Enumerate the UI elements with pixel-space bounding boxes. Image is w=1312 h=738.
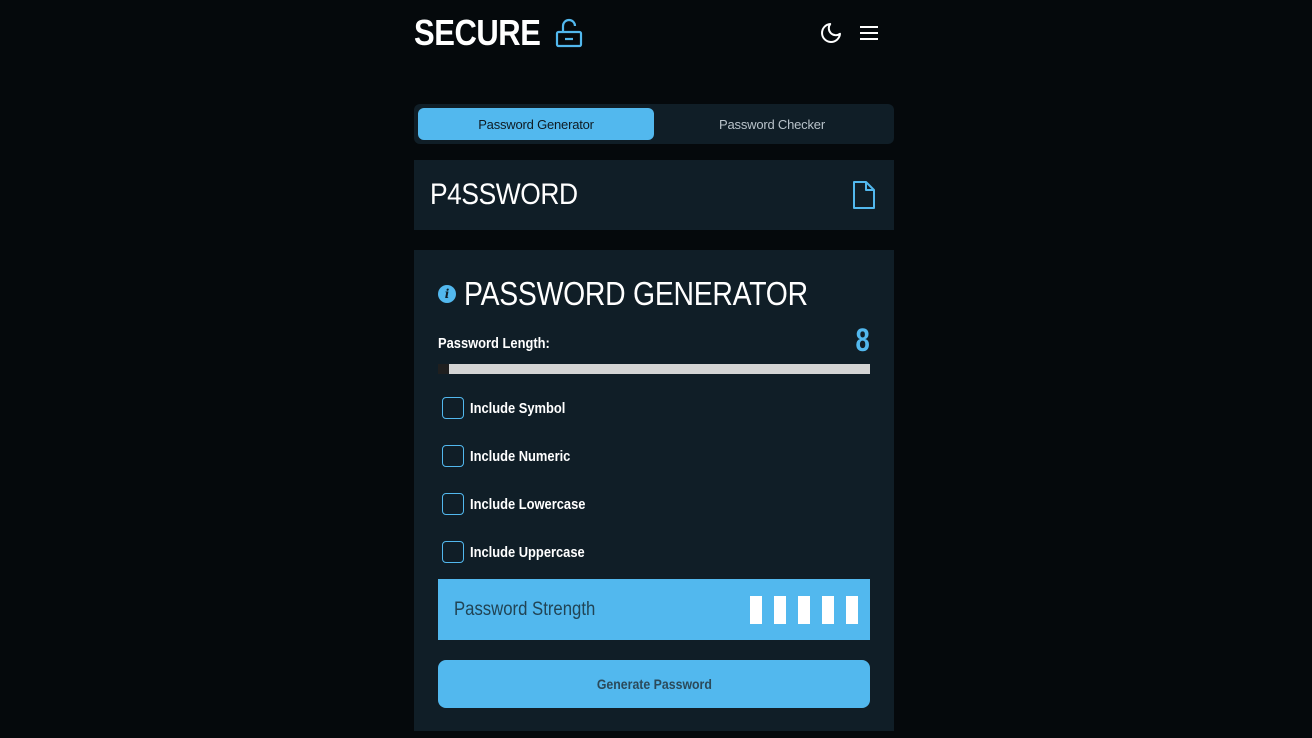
password-output: P4SSWORD bbox=[414, 160, 894, 230]
header-actions bbox=[818, 20, 882, 46]
generated-password[interactable]: P4SSWORD bbox=[430, 178, 578, 212]
panel-title: PASSWORD GENERATOR bbox=[464, 275, 808, 312]
tab-password-checker[interactable]: Password Checker bbox=[654, 108, 890, 140]
option-label: Include Numeric bbox=[470, 447, 571, 465]
info-icon[interactable]: i bbox=[438, 285, 456, 303]
panel-heading: i PASSWORD GENERATOR bbox=[438, 275, 870, 313]
option-include-symbol[interactable]: Include Symbol bbox=[438, 395, 870, 421]
strength-label: Password Strength bbox=[454, 598, 596, 620]
strength-bar bbox=[798, 595, 810, 624]
strength-bar bbox=[774, 595, 786, 624]
options-list: Include Symbol Include Numeric Include L… bbox=[438, 395, 870, 565]
option-label: Include Symbol bbox=[470, 399, 566, 417]
checkbox[interactable] bbox=[442, 445, 464, 467]
strength-bars bbox=[750, 595, 858, 624]
checkbox[interactable] bbox=[442, 541, 464, 563]
slider-fill bbox=[438, 364, 449, 374]
option-include-lowercase[interactable]: Include Lowercase bbox=[438, 491, 870, 517]
length-value: 8 bbox=[855, 322, 870, 358]
checkbox[interactable] bbox=[442, 493, 464, 515]
header: SECURE bbox=[414, 0, 894, 66]
strength-meter: Password Strength bbox=[438, 579, 870, 640]
brand-title: SECURE bbox=[414, 11, 541, 53]
checkbox[interactable] bbox=[442, 397, 464, 419]
length-label: Password Length: bbox=[438, 335, 550, 352]
unlocked-padlock-icon bbox=[555, 18, 583, 48]
hamburger-menu-icon[interactable] bbox=[856, 20, 882, 46]
brand[interactable]: SECURE bbox=[414, 12, 583, 54]
option-include-numeric[interactable]: Include Numeric bbox=[438, 443, 870, 469]
strength-bar bbox=[822, 595, 834, 624]
option-label: Include Uppercase bbox=[470, 543, 585, 561]
option-include-uppercase[interactable]: Include Uppercase bbox=[438, 539, 870, 565]
generator-panel: i PASSWORD GENERATOR Password Length: 8 … bbox=[414, 250, 894, 731]
document-copy-icon[interactable] bbox=[850, 179, 878, 211]
length-row: Password Length: 8 bbox=[438, 324, 870, 356]
option-label: Include Lowercase bbox=[470, 495, 586, 513]
tab-bar: Password Generator Password Checker bbox=[414, 104, 894, 144]
strength-bar bbox=[846, 595, 858, 624]
app-container: SECURE Password Generator Password Check… bbox=[414, 0, 894, 731]
generate-password-label: Generate Password bbox=[596, 676, 712, 692]
moon-icon[interactable] bbox=[818, 20, 844, 46]
generate-password-button[interactable]: Generate Password bbox=[438, 660, 870, 708]
length-slider[interactable] bbox=[438, 364, 870, 374]
tab-password-generator[interactable]: Password Generator bbox=[418, 108, 654, 140]
strength-bar bbox=[750, 595, 762, 624]
